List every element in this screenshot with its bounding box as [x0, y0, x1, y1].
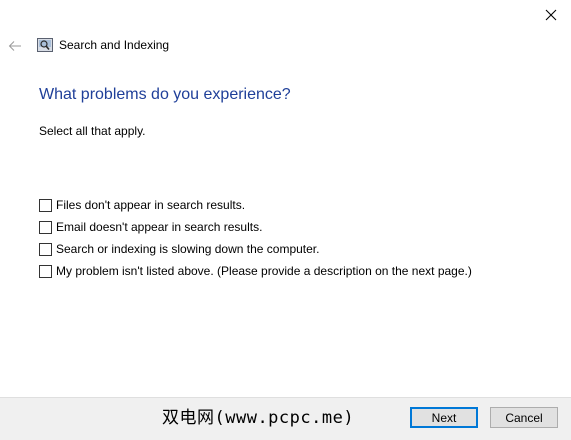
problem-options-list: Files don't appear in search results. Em… — [39, 194, 472, 282]
problem-option-files[interactable]: Files don't appear in search results. — [39, 194, 472, 216]
back-button[interactable] — [6, 36, 24, 56]
troubleshooter-window: Search and Indexing What problems do you… — [0, 0, 571, 440]
window-title: Search and Indexing — [59, 38, 170, 52]
option-label: My problem isn't listed above. (Please p… — [56, 264, 472, 278]
close-button[interactable] — [537, 4, 565, 26]
problem-option-slow[interactable]: Search or indexing is slowing down the c… — [39, 238, 472, 260]
page-heading: What problems do you experience? — [39, 86, 291, 103]
instruction-text: Select all that apply. — [39, 124, 146, 138]
problem-option-email[interactable]: Email doesn't appear in search results. — [39, 216, 472, 238]
next-button[interactable]: Next — [410, 407, 478, 428]
option-label: Files don't appear in search results. — [56, 198, 246, 212]
checkbox[interactable] — [39, 264, 52, 278]
search-indexing-icon — [37, 38, 53, 52]
checkbox[interactable] — [39, 198, 52, 212]
button-bar: 双电网(www.pcpc.me) Next Cancel — [0, 397, 571, 440]
back-arrow-icon — [8, 41, 21, 51]
close-icon — [545, 9, 557, 21]
option-label: Email doesn't appear in search results. — [56, 220, 263, 234]
cancel-button[interactable]: Cancel — [490, 407, 558, 428]
problem-option-not-listed[interactable]: My problem isn't listed above. (Please p… — [39, 260, 472, 282]
option-label: Search or indexing is slowing down the c… — [56, 242, 320, 256]
checkbox[interactable] — [39, 242, 52, 256]
checkbox[interactable] — [39, 220, 52, 234]
watermark: 双电网(www.pcpc.me) — [162, 408, 355, 428]
